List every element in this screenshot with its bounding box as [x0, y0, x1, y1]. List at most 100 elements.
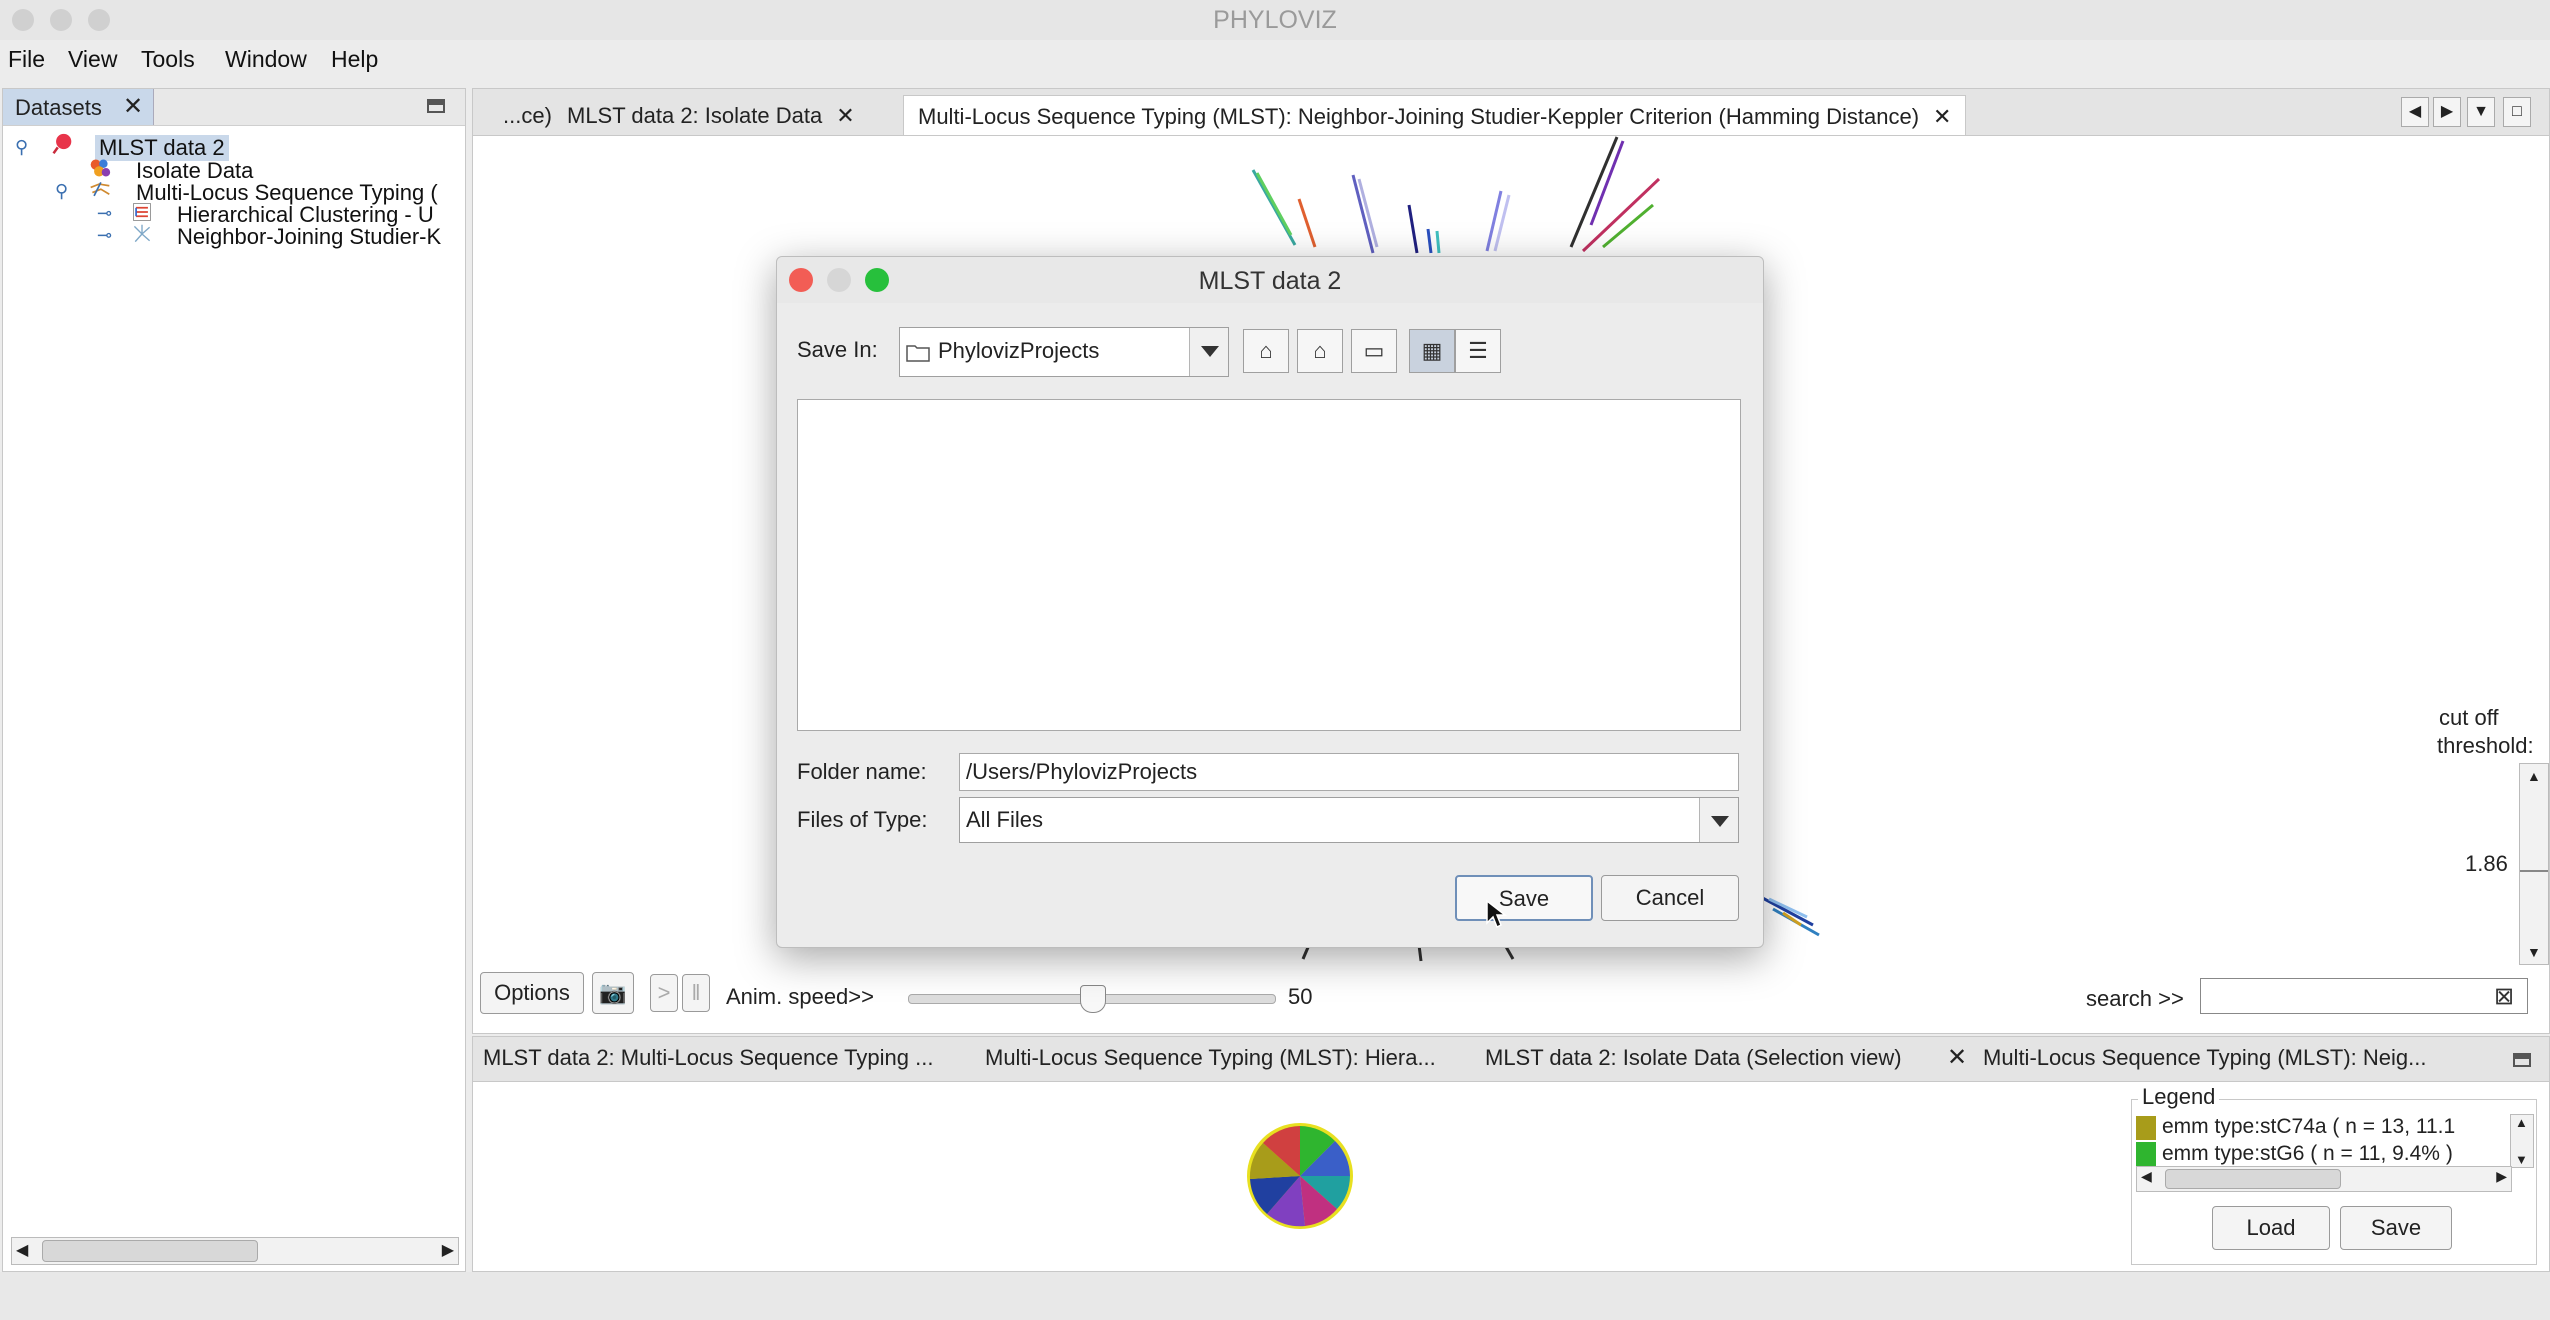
tab-neighbor-joining[interactable]: Multi-Locus Sequence Typing (MLST): Neig…	[903, 95, 1967, 135]
search-input[interactable]	[2200, 978, 2528, 1014]
save-in-label: Save In:	[797, 337, 878, 362]
cutoff-thumb[interactable]	[2520, 870, 2548, 872]
play-button[interactable]: >	[650, 974, 678, 1012]
tab-datasets[interactable]: Datasets ✕	[3, 89, 154, 125]
clear-search-icon[interactable]: ⊠	[2494, 982, 2514, 1011]
home-button[interactable]: ⌂	[1297, 329, 1343, 373]
legend-hscrollbar[interactable]: ◀ ▶	[2136, 1166, 2512, 1192]
tree-expand-icon[interactable]: ⊸	[97, 203, 112, 224]
cancel-button[interactable]: Cancel	[1601, 875, 1739, 921]
new-folder-button[interactable]: ▭	[1351, 329, 1397, 373]
menu-view[interactable]: View	[68, 46, 117, 73]
app-title: PHYLOVIZ	[1213, 6, 1337, 34]
close-icon[interactable]: ✕	[1947, 1043, 1967, 1072]
bottom-tab-mlst[interactable]: MLST data 2: Multi-Locus Sequence Typing…	[483, 1045, 933, 1071]
dataset-icon	[52, 133, 72, 155]
maximize-button[interactable]: □	[2503, 97, 2531, 127]
scroll-left-icon[interactable]: ◀	[16, 1240, 28, 1260]
anim-speed-thumb[interactable]	[1080, 985, 1106, 1013]
main-tab-strip: ...ce) MLST data 2: Isolate Data ✕ Multi-…	[473, 89, 2549, 136]
legend-load-button[interactable]: Load	[2212, 1206, 2330, 1250]
selection-pie-chart[interactable]	[1245, 1121, 1355, 1231]
minimize-panel-icon[interactable]	[427, 99, 445, 113]
scroll-right-icon[interactable]: ▶	[2496, 1168, 2507, 1185]
scroll-down-icon[interactable]: ▼	[2515, 1152, 2528, 1167]
scroll-down-icon[interactable]: ▼	[2527, 944, 2541, 960]
close-icon[interactable]: ✕	[1933, 104, 1951, 129]
pause-button[interactable]: ‖	[682, 974, 710, 1012]
bottom-tab-selection-view[interactable]: MLST data 2: Isolate Data (Selection vie…	[1485, 1045, 1902, 1071]
cutoff-scrollbar[interactable]: ▲ ▼	[2519, 763, 2549, 965]
files-of-type-label: Files of Type:	[797, 807, 928, 832]
datasets-panel: Datasets ✕ ⚲ MLST data 2 Isolate Data ⚲ …	[2, 88, 466, 1272]
save-button[interactable]: Save	[1455, 875, 1593, 921]
mlst-icon	[90, 182, 110, 197]
isolate-data-icon	[90, 159, 111, 177]
datasets-tab-label: Datasets	[15, 95, 102, 120]
file-list[interactable]	[797, 399, 1741, 731]
save-in-value: PhylovizProjects	[938, 338, 1100, 363]
tab-label: MLST data 2: Isolate Data	[567, 103, 823, 128]
up-folder-button[interactable]: ⌂	[1243, 329, 1289, 373]
cutoff-label: threshold:	[2437, 733, 2534, 758]
bottom-panel: MLST data 2: Multi-Locus Sequence Typing…	[472, 1036, 2550, 1272]
home-icon: ⌂	[1313, 338, 1327, 363]
cutoff-label: cut off	[2439, 705, 2499, 730]
chevron-down-icon[interactable]	[1699, 798, 1738, 842]
close-icon[interactable]: ✕	[836, 103, 854, 128]
tab-label: Multi-Locus Sequence Typing (MLST): Neig…	[918, 104, 1920, 129]
tab-label: ...ce)	[503, 103, 552, 128]
close-icon[interactable]: ✕	[123, 92, 143, 121]
scroll-right-icon[interactable]: ▶	[442, 1240, 454, 1260]
tab-scroll-right-button[interactable]: ▶	[2433, 97, 2461, 127]
scroll-up-icon[interactable]: ▲	[2515, 1115, 2528, 1130]
chevron-down-icon[interactable]	[1189, 328, 1228, 376]
up-folder-icon: ⌂	[1259, 338, 1273, 363]
dialog-title: MLST data 2	[1198, 267, 1342, 295]
tab-isolate-data[interactable]: MLST data 2: Isolate Data ✕	[553, 95, 869, 135]
details-view-button[interactable]: ☰	[1455, 329, 1501, 373]
search-label: search >>	[2086, 986, 2184, 1011]
bottom-tab-hierarchical[interactable]: Multi-Locus Sequence Typing (MLST): Hier…	[985, 1045, 1436, 1071]
dialog-titlebar: MLST data 2	[777, 257, 1763, 303]
menu-help[interactable]: Help	[331, 46, 378, 73]
menu-file[interactable]: File	[8, 46, 45, 73]
legend-item[interactable]: emm type:stG6 ( n = 11, 9.4% )	[2162, 1142, 2453, 1166]
legend-item[interactable]: emm type:stC74a ( n = 13, 11.1	[2162, 1115, 2455, 1139]
tree-expand-icon[interactable]: ⊸	[97, 225, 112, 246]
legend-list[interactable]: emm type:stC74a ( n = 13, 11.1 emm type:…	[2136, 1114, 2506, 1168]
scroll-thumb[interactable]	[2165, 1169, 2341, 1189]
legend-title: Legend	[2138, 1084, 2220, 1110]
bottom-tab-neighbor-joining[interactable]: Multi-Locus Sequence Typing (MLST): Neig…	[1983, 1045, 2426, 1071]
cutoff-value: 1.86	[2465, 851, 2508, 876]
anim-speed-value: 50	[1288, 984, 1313, 1009]
tree-expand-icon[interactable]: ⚲	[55, 181, 68, 202]
files-of-type-combo[interactable]: All Files	[959, 797, 1739, 843]
window-titlebar: PHYLOVIZ	[0, 0, 2550, 40]
bottom-tab-strip: MLST data 2: Multi-Locus Sequence Typing…	[473, 1037, 2549, 1082]
datasets-hscrollbar[interactable]: ◀ ▶	[11, 1237, 459, 1265]
anim-speed-slider[interactable]	[908, 985, 1276, 1013]
scroll-thumb[interactable]	[42, 1240, 258, 1262]
save-in-combo[interactable]: PhylovizProjects	[899, 327, 1229, 377]
menu-tools[interactable]: Tools	[141, 46, 195, 73]
menu-bar: File View Tools Window Help	[0, 40, 2550, 78]
legend-swatch	[2136, 1116, 2156, 1140]
tree-item-neighbor-joining[interactable]: Neighbor-Joining Studier-K	[177, 224, 441, 250]
anim-speed-label: Anim. speed>>	[726, 984, 874, 1009]
datasets-panel-header: Datasets ✕	[3, 89, 465, 126]
camera-button[interactable]: 📷	[592, 972, 634, 1014]
scroll-up-icon[interactable]: ▲	[2527, 768, 2541, 784]
minimize-panel-icon[interactable]	[2513, 1053, 2531, 1067]
new-folder-icon: ▭	[1363, 338, 1385, 363]
folder-name-field[interactable]	[959, 753, 1739, 791]
list-view-button[interactable]: ▦	[1409, 329, 1455, 373]
tree-expand-icon[interactable]: ⚲	[15, 137, 28, 158]
scroll-left-icon[interactable]: ◀	[2141, 1168, 2152, 1185]
legend-save-button[interactable]: Save	[2340, 1206, 2452, 1250]
tab-scroll-left-button[interactable]: ◀	[2401, 97, 2429, 127]
tab-list-button[interactable]: ▼	[2467, 97, 2495, 127]
legend-vscrollbar[interactable]: ▲ ▼	[2510, 1114, 2534, 1168]
options-button[interactable]: Options	[480, 972, 584, 1014]
menu-window[interactable]: Window	[225, 46, 307, 73]
